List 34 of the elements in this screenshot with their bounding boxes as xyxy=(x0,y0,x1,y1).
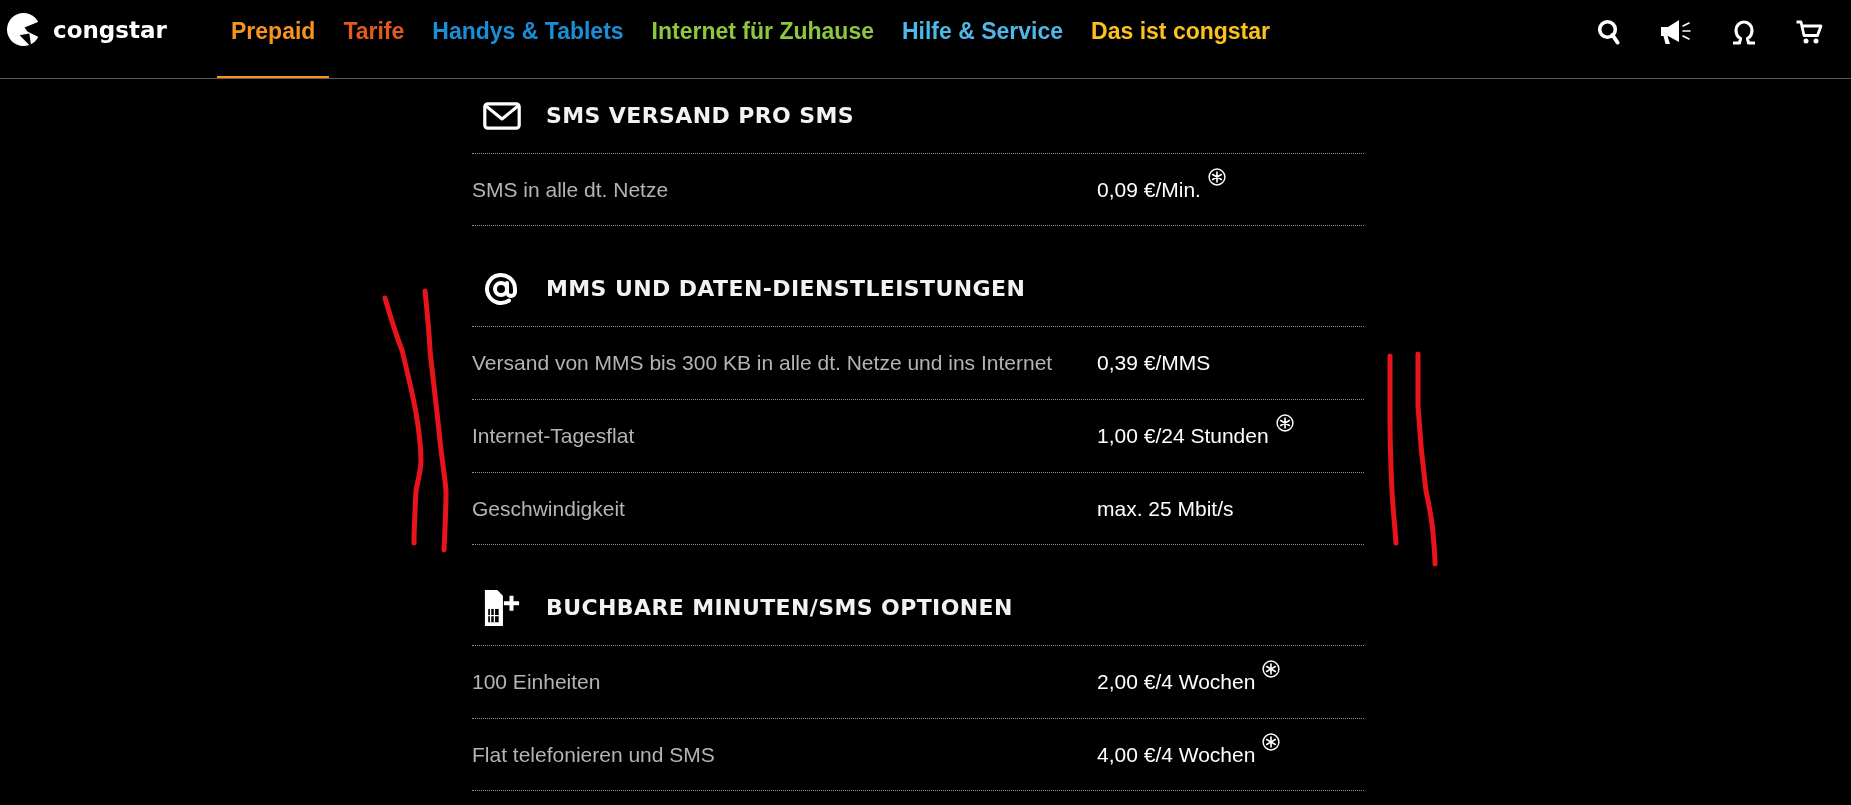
megaphone-icon[interactable] xyxy=(1659,19,1693,45)
row-label: SMS in alle dt. Netze xyxy=(472,177,670,202)
asterisk-circle-icon[interactable] xyxy=(1262,732,1281,751)
row-value: 0,39 €/MMS xyxy=(1097,350,1211,376)
nav-link[interactable]: Das ist congstar xyxy=(1077,0,1284,78)
asterisk-circle-icon[interactable] xyxy=(1275,414,1294,432)
sim-card-plus-icon xyxy=(483,588,521,628)
nav-link[interactable]: Tarife xyxy=(329,0,419,78)
asterisk-circle-icon[interactable] xyxy=(1207,167,1226,186)
section-title: BUCHBARE MINUTEN/SMS OPTIONEN xyxy=(546,594,1013,622)
nav-link[interactable]: Handys & Tablets xyxy=(418,0,638,78)
logo-icon[interactable] xyxy=(6,12,41,47)
search-icon[interactable] xyxy=(1597,19,1621,45)
section-title: MMS UND DATEN-DIENSTLEISTUNGEN xyxy=(546,275,1026,303)
cart-icon[interactable] xyxy=(1795,19,1823,45)
section-title: SMS VERSAND PRO SMS xyxy=(546,102,855,130)
nav-link[interactable]: Prepaid xyxy=(217,0,330,78)
row-label: Flat telefonieren und SMS xyxy=(472,742,716,767)
asterisk-circle-icon[interactable] xyxy=(1262,660,1281,678)
row-value: 4,00 €/4 Wochen xyxy=(1097,741,1256,768)
envelope-icon xyxy=(483,102,521,130)
nav-link[interactable]: Hilfe & Service xyxy=(887,0,1078,78)
logo-text[interactable]: congstar xyxy=(53,14,167,45)
row-label: Versand von MMS bis 300 KB in alle dt. Netze und ins Internet xyxy=(472,351,1054,375)
user-icon[interactable] xyxy=(1731,19,1757,45)
row-value: 0,09 €/Min. xyxy=(1097,176,1201,203)
row-value: 1,00 €/24 Stunden xyxy=(1097,423,1269,449)
row-label: Internet-Tagesflat xyxy=(472,424,636,448)
row-value: 2,00 €/4 Wochen xyxy=(1097,669,1256,695)
row-value: max. 25 Mbit/s xyxy=(1097,495,1234,522)
row-label: 100 Einheiten xyxy=(472,670,602,694)
nav-link[interactable]: Internet für Zuhause xyxy=(637,0,888,78)
row-label: Geschwindigkeit xyxy=(472,496,626,521)
at-sign-icon xyxy=(484,271,520,307)
